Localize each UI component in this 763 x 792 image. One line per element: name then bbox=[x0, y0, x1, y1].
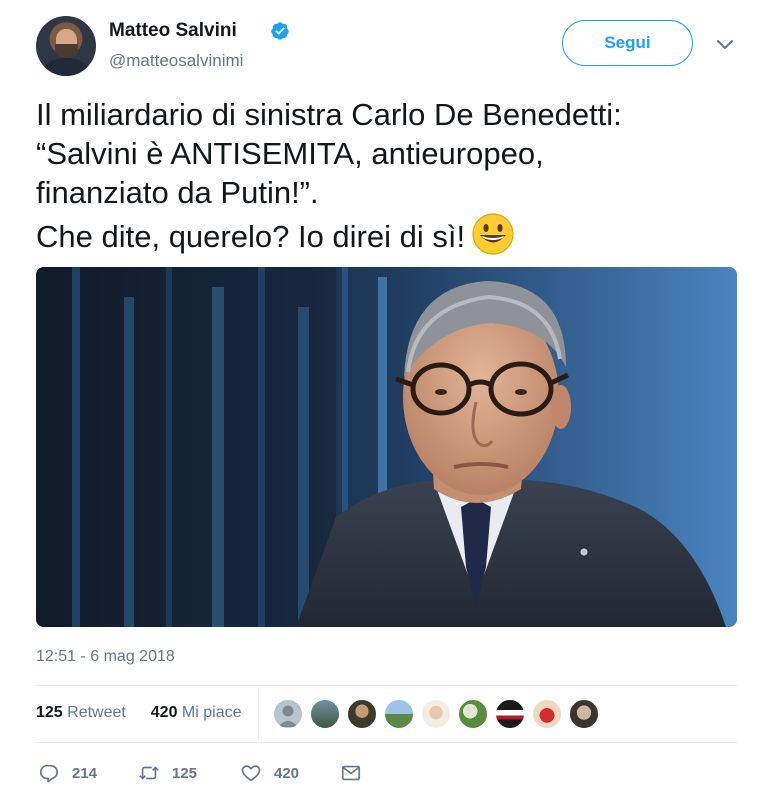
follow-button[interactable]: Segui bbox=[562, 20, 693, 66]
engagement-stats: 125 Retweet 420 Mi piace bbox=[36, 704, 242, 722]
retweet-label[interactable]: Retweet bbox=[67, 704, 126, 721]
liker-avatar[interactable] bbox=[531, 698, 563, 730]
tweet-text: Il miliardario di sinistra Carlo De Bene… bbox=[36, 95, 736, 256]
retweet-count[interactable]: 125 bbox=[36, 704, 63, 721]
liker-avatar[interactable] bbox=[457, 698, 489, 730]
tweet-media-photo[interactable] bbox=[36, 267, 737, 627]
grinning-face-emoji bbox=[472, 213, 514, 255]
retweet-button[interactable]: 125 bbox=[138, 760, 197, 786]
like-label[interactable]: Mi piace bbox=[182, 704, 242, 721]
author-avatar[interactable] bbox=[36, 16, 96, 76]
tweet-text-line: Il miliardario di sinistra Carlo De Bene… bbox=[36, 97, 622, 132]
divider bbox=[36, 685, 737, 686]
retweet-icon bbox=[139, 766, 159, 780]
retweet-action-count: 125 bbox=[172, 764, 198, 782]
liker-avatar[interactable] bbox=[494, 698, 526, 730]
tweet-text-line: finanziato da Putin!”. bbox=[36, 175, 319, 210]
reply-icon bbox=[39, 764, 59, 783]
author-handle[interactable]: @matteosalvinimi bbox=[109, 51, 243, 71]
tweet-text-line: “Salvini è ANTISEMITA, antieuropeo, bbox=[36, 136, 544, 171]
photo-illustration bbox=[36, 267, 737, 627]
divider bbox=[36, 742, 737, 743]
liker-avatar[interactable] bbox=[309, 698, 341, 730]
avatar-shirt bbox=[44, 58, 88, 76]
reply-button[interactable]: 214 bbox=[38, 760, 97, 786]
chevron-down-icon[interactable] bbox=[716, 38, 734, 52]
tweet-timestamp[interactable]: 12:51 - 6 mag 2018 bbox=[36, 648, 175, 666]
tweet-text-line-last: Che dite, querelo? Io direi di sì! bbox=[36, 212, 736, 256]
verified-badge-icon bbox=[271, 22, 289, 40]
tweet-text-line: Che dite, querelo? Io direi di sì! bbox=[36, 219, 466, 254]
avatar-beard bbox=[55, 44, 78, 58]
liker-avatar[interactable] bbox=[272, 698, 304, 730]
author-name[interactable]: Matteo Salvini bbox=[109, 20, 237, 42]
liker-avatar[interactable] bbox=[420, 698, 452, 730]
like-action-count: 420 bbox=[274, 764, 300, 782]
like-heart-icon bbox=[241, 765, 261, 782]
like-button[interactable]: 420 bbox=[240, 760, 299, 786]
reply-count: 214 bbox=[72, 764, 98, 782]
direct-message-icon bbox=[341, 765, 361, 781]
like-count[interactable]: 420 bbox=[151, 704, 178, 721]
liker-avatar[interactable] bbox=[383, 698, 415, 730]
liker-avatar[interactable] bbox=[346, 698, 378, 730]
stats-separator bbox=[258, 688, 259, 740]
tweet-header: Matteo Salvini @matteosalvinimi Segui bbox=[36, 14, 736, 78]
direct-message-button[interactable] bbox=[340, 760, 362, 786]
liker-avatar[interactable] bbox=[568, 698, 600, 730]
